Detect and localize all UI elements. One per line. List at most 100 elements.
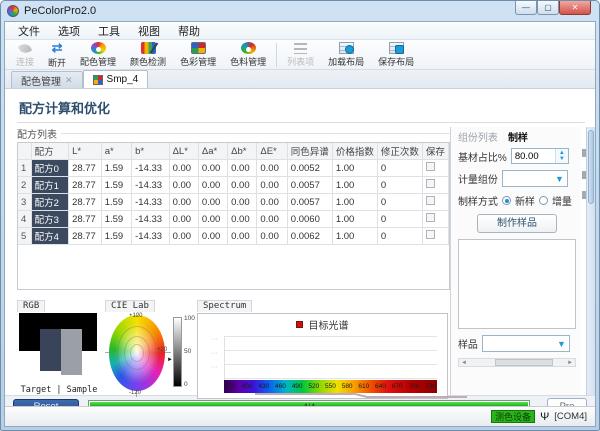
- title-bar: PeColorPro2.0: [1, 1, 599, 21]
- cielab-tab[interactable]: CIE Lab: [105, 300, 155, 312]
- table-row[interactable]: 5 配方4 28.77 1.59 -14.33 0.00 0.00 0.00 0…: [18, 228, 448, 245]
- formula-list-label: 配方列表: [17, 126, 57, 141]
- tab-color-match-manage[interactable]: 配色管理 ✕: [11, 71, 83, 88]
- vertical-scrollbar[interactable]: [586, 127, 595, 395]
- save-checkbox[interactable]: [426, 213, 435, 222]
- save-checkbox[interactable]: [426, 162, 435, 171]
- spectrum-tab[interactable]: Spectrum: [197, 300, 252, 312]
- load-layout-button[interactable]: 加载布局: [321, 41, 371, 69]
- substrate-ratio-input[interactable]: [512, 149, 555, 163]
- menu-view[interactable]: 视图: [129, 23, 169, 39]
- col-metamerism[interactable]: 同色异谱: [287, 143, 332, 160]
- spectrum-chart: 目标光谱 ··· ··· ···: [197, 313, 448, 399]
- legend-swatch: [296, 321, 303, 328]
- col-dL[interactable]: ΔL*: [169, 143, 198, 160]
- col-b[interactable]: b*: [132, 143, 169, 160]
- close-button[interactable]: ✕: [559, 1, 591, 15]
- col-db[interactable]: Δb*: [228, 143, 257, 160]
- col-L[interactable]: L*: [69, 143, 102, 160]
- spectrum-panel: Spectrum 目标光谱: [197, 295, 448, 394]
- colorant-manage-button[interactable]: 色料管理: [223, 41, 273, 69]
- sampling-method-label: 制样方式: [458, 193, 498, 208]
- formula-name-cell[interactable]: 配方3: [31, 211, 69, 228]
- sample-select[interactable]: ▼: [482, 335, 570, 352]
- substrate-ratio-label: 基材占比%: [458, 149, 507, 164]
- com-port-label: [COM4]: [554, 411, 587, 422]
- device-status-badge: 测色设备: [491, 410, 535, 423]
- color-detect-button[interactable]: 颜色检测: [123, 41, 173, 69]
- client-area: 文件 选项 工具 视图 帮助 连接 ⇄ 断开 配色管理 颜色检测: [4, 21, 596, 427]
- formula-name-cell[interactable]: 配方4: [31, 228, 69, 245]
- rgb-tab[interactable]: RGB: [17, 300, 45, 312]
- save-checkbox[interactable]: [426, 196, 435, 205]
- status-bar: 测色设备 Ψ [COM4]: [5, 406, 595, 426]
- title-divider: [17, 122, 585, 123]
- measured-component-select[interactable]: ▼: [502, 170, 568, 187]
- formula-table: 配方 L* a* b* ΔL* Δa* Δb* ΔE* 同色异谱 价格指数 修正: [17, 142, 450, 290]
- substrate-ratio-stepper[interactable]: ▲▼: [511, 148, 569, 164]
- radio-new-sample[interactable]: [502, 196, 511, 205]
- lab-axis-bottom-label: -120: [129, 390, 141, 396]
- horizontal-scrollbar[interactable]: ◄ ►: [458, 358, 576, 367]
- clipped-column: [581, 127, 595, 395]
- col-formula[interactable]: 配方: [31, 143, 69, 160]
- radio-increment[interactable]: [539, 196, 548, 205]
- col-correction-count[interactable]: 修正次数: [377, 143, 422, 160]
- color-detect-icon: [141, 42, 156, 54]
- table-row[interactable]: 4 配方3 28.77 1.59 -14.33 0.00 0.00 0.00 0…: [18, 211, 448, 228]
- menu-file[interactable]: 文件: [9, 23, 49, 39]
- toolbar-separator: [276, 43, 277, 67]
- component-listbox[interactable]: [458, 239, 576, 329]
- pre-button[interactable]: Pre: [547, 398, 587, 406]
- spinner-arrows-icon[interactable]: ▲▼: [555, 149, 568, 163]
- col-price-index[interactable]: 价格指数: [332, 143, 377, 160]
- sampling-panel: 组份列表 制样 基材占比% ▲▼ 计量组份 ▼: [450, 127, 581, 395]
- col-save[interactable]: 保存: [422, 143, 448, 160]
- tab-smp4[interactable]: Smp_4: [83, 70, 149, 88]
- minimize-button[interactable]: —: [515, 1, 537, 15]
- radio-increment-label[interactable]: 增量: [552, 193, 572, 208]
- save-layout-button[interactable]: 保存布局: [371, 41, 421, 69]
- menu-options[interactable]: 选项: [49, 23, 89, 39]
- load-layout-icon: [339, 42, 354, 54]
- tab-make-sample[interactable]: 制样: [508, 129, 528, 144]
- make-sample-button[interactable]: 制作样品: [477, 214, 557, 233]
- color-wheel-icon: [91, 42, 106, 54]
- connect-button: 连接: [9, 41, 41, 69]
- tab-close-icon[interactable]: ✕: [65, 75, 73, 86]
- maximize-button[interactable]: ▢: [537, 1, 559, 15]
- usb-icon: Ψ: [540, 411, 549, 423]
- scrollbar-thumb[interactable]: [588, 130, 594, 204]
- radio-new-sample-label[interactable]: 新样: [515, 193, 535, 208]
- disconnect-button[interactable]: ⇄ 断开: [41, 41, 73, 69]
- formula-name-cell[interactable]: 配方1: [31, 177, 69, 194]
- table-row[interactable]: 2 配方1 28.77 1.59 -14.33 0.00 0.00 0.00 0…: [18, 177, 448, 194]
- save-checkbox[interactable]: [426, 230, 435, 239]
- color-match-manage-button[interactable]: 配色管理: [73, 41, 123, 69]
- col-dE[interactable]: ΔE*: [257, 143, 287, 160]
- reset-button[interactable]: Reset: [13, 399, 79, 406]
- app-icon: [7, 5, 19, 17]
- target-color-swatch: [40, 329, 61, 371]
- lab-axis-right-label: +20: [157, 347, 167, 353]
- menu-tools[interactable]: 工具: [89, 23, 129, 39]
- window-title: PeColorPro2.0: [24, 5, 96, 17]
- tab-component-list[interactable]: 组份列表: [458, 129, 498, 144]
- save-checkbox[interactable]: [426, 179, 435, 188]
- scroll-right-icon[interactable]: ►: [565, 360, 575, 366]
- color-manage-button[interactable]: 色彩管理: [173, 41, 223, 69]
- menu-help[interactable]: 帮助: [169, 23, 209, 39]
- table-row[interactable]: 1 配方0 28.77 1.59 -14.33 0.00 0.00 0.00 0…: [18, 160, 448, 177]
- legend-label: 目标光谱: [308, 317, 348, 332]
- formula-name-cell[interactable]: 配方0: [31, 160, 69, 177]
- window-controls: — ▢ ✕: [515, 1, 591, 15]
- col-da[interactable]: Δa*: [198, 143, 227, 160]
- lightness-marker-icon: ►: [167, 357, 173, 363]
- lab-axis-top-label: +120: [129, 313, 143, 319]
- formula-name-cell[interactable]: 配方2: [31, 194, 69, 211]
- color-mosaic-icon: [191, 42, 206, 54]
- app-window: PeColorPro2.0 — ▢ ✕ 文件 选项 工具 视图 帮助 连接 ⇄ …: [0, 0, 600, 431]
- col-a[interactable]: a*: [101, 143, 131, 160]
- table-row[interactable]: 3 配方2 28.77 1.59 -14.33 0.00 0.00 0.00 0…: [18, 194, 448, 211]
- scrollbar-thumb[interactable]: [495, 359, 553, 366]
